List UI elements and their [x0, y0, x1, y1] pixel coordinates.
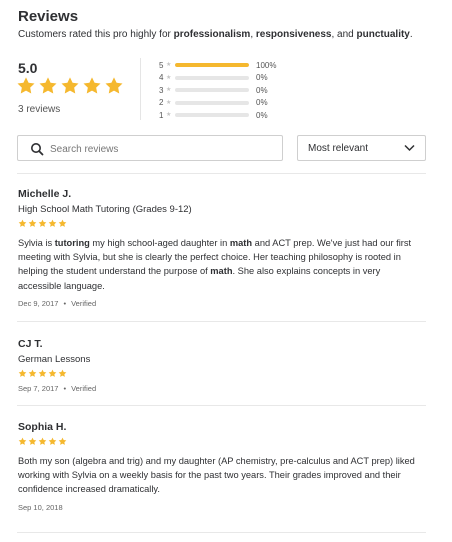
- text-fragment: my high school-aged daughter in: [89, 238, 230, 248]
- chevron-down-icon: [404, 144, 415, 152]
- distribution-star-count: 4: [159, 73, 164, 83]
- text-fragment: Customers rated this pro highly for: [18, 29, 174, 40]
- summary-divider: [140, 58, 141, 120]
- star-icon: [38, 369, 47, 377]
- review-service: High School Math Tutoring (Grades 9-12): [18, 204, 192, 215]
- review-stars: [18, 369, 418, 378]
- search-icon: [31, 143, 44, 156]
- star-icon: [58, 437, 67, 445]
- verified-badge: Verified: [71, 384, 97, 393]
- distribution-star-count: 2: [159, 98, 164, 108]
- review-meta: Sep 10, 2018: [18, 503, 418, 512]
- verified-badge: Verified: [71, 298, 97, 308]
- review-text: Sylvia is tutoring my high school-aged d…: [18, 236, 418, 293]
- star-icon: ★: [166, 62, 172, 69]
- review-item: Sophia H. Both my son (algebra and trig)…: [18, 421, 418, 512]
- distribution-row: 5 ★ 100%: [159, 59, 276, 72]
- reviews-panel: Reviews Customers rated this pro highly …: [0, 0, 452, 542]
- distribution-percent: 0%: [256, 73, 268, 83]
- review-stars: [18, 437, 418, 446]
- review-date: Sep 7, 2017: [18, 384, 59, 393]
- distribution-bar: [175, 63, 249, 68]
- star-icon: [58, 369, 67, 377]
- distribution-bar: [175, 100, 249, 105]
- distribution-row: 3 ★ 0%: [159, 84, 276, 97]
- star-icon: [28, 219, 37, 227]
- star-icon: [38, 219, 47, 227]
- meta-separator: •: [63, 298, 67, 308]
- star-icon: [28, 437, 37, 445]
- distribution-row: 4 ★ 0%: [159, 72, 276, 85]
- distribution-bar-fill: [175, 63, 249, 68]
- review-meta: Dec 9, 2017 • Verified: [18, 299, 418, 308]
- star-icon: [17, 77, 35, 94]
- distribution-percent: 0%: [256, 85, 268, 95]
- bold-text: math: [210, 266, 233, 277]
- search-input[interactable]: [48, 137, 272, 161]
- rating-distribution: 5 ★ 100% 4 ★ 0% 3 ★ 0% 2 ★ 0% 1 ★ 0%: [159, 59, 276, 122]
- reviewer-name: Michelle J.: [18, 188, 72, 200]
- review-stars: [18, 219, 418, 228]
- review-count: 3 reviews: [18, 104, 61, 115]
- distribution-percent: 0%: [256, 110, 268, 120]
- star-icon: [18, 369, 27, 377]
- star-icon: ★: [166, 112, 172, 119]
- star-icon: ★: [166, 74, 172, 81]
- star-icon: [48, 437, 57, 445]
- bold-text: tutoring: [54, 238, 90, 248]
- distribution-bar: [175, 75, 249, 80]
- review-service: German Lessons: [18, 354, 91, 365]
- review-date: Sep 10, 2018: [18, 502, 63, 512]
- star-icon: [83, 77, 101, 94]
- star-icon: [18, 219, 27, 227]
- divider: [17, 321, 426, 322]
- distribution-percent: 100%: [256, 60, 277, 70]
- distribution-bar: [175, 113, 249, 118]
- text-fragment: Both my son (algebra and trig) and my da…: [18, 456, 415, 495]
- distribution-row: 1 ★ 0%: [159, 109, 276, 122]
- bold-text: math: [229, 238, 253, 248]
- distribution-row: 2 ★ 0%: [159, 97, 276, 110]
- star-icon: [48, 369, 57, 377]
- distribution-star-count: 1: [159, 110, 164, 120]
- review-item: Michelle J. High School Math Tutoring (G…: [18, 188, 418, 308]
- sort-dropdown[interactable]: Most relevant: [297, 135, 426, 161]
- bold-text: responsiveness: [255, 29, 332, 40]
- distribution-percent: 0%: [256, 98, 268, 108]
- star-icon: ★: [166, 87, 172, 94]
- distribution-bar: [175, 88, 249, 93]
- average-star-rating: [16, 76, 124, 96]
- review-meta: Sep 7, 2017 • Verified: [18, 384, 418, 393]
- text-fragment: , and: [331, 29, 357, 40]
- bold-text: punctuality: [356, 29, 410, 40]
- star-icon: [48, 219, 57, 227]
- star-icon: [105, 77, 123, 94]
- star-icon: [28, 369, 37, 377]
- review-date: Dec 9, 2017: [18, 298, 59, 308]
- meta-separator: •: [63, 384, 67, 393]
- bold-text: professionalism: [173, 29, 251, 40]
- star-icon: [58, 219, 67, 227]
- star-icon: [39, 77, 57, 94]
- reviews-title: Reviews: [18, 8, 79, 25]
- average-score: 5.0: [18, 60, 38, 76]
- text-fragment: .: [409, 29, 413, 40]
- review-text: Both my son (algebra and trig) and my da…: [18, 454, 418, 497]
- text-fragment: Sylvia is: [18, 238, 55, 248]
- divider: [17, 405, 426, 406]
- star-icon: [38, 437, 47, 445]
- review-item: CJ T. German Lessons Sep 7, 2017 • Verifie…: [18, 338, 418, 393]
- distribution-star-count: 5: [159, 60, 164, 70]
- divider: [17, 532, 426, 533]
- star-icon: ★: [166, 99, 172, 106]
- star-icon: [61, 77, 79, 94]
- reviewer-name: CJ T.: [18, 338, 43, 350]
- sort-selected-value: Most relevant: [308, 143, 369, 154]
- reviewer-name: Sophia H.: [18, 421, 67, 433]
- divider: [17, 173, 426, 174]
- star-icon: [18, 437, 27, 445]
- distribution-star-count: 3: [159, 85, 164, 95]
- search-box[interactable]: [17, 135, 283, 161]
- reviews-subtitle: Customers rated this pro highly for prof…: [18, 29, 413, 40]
